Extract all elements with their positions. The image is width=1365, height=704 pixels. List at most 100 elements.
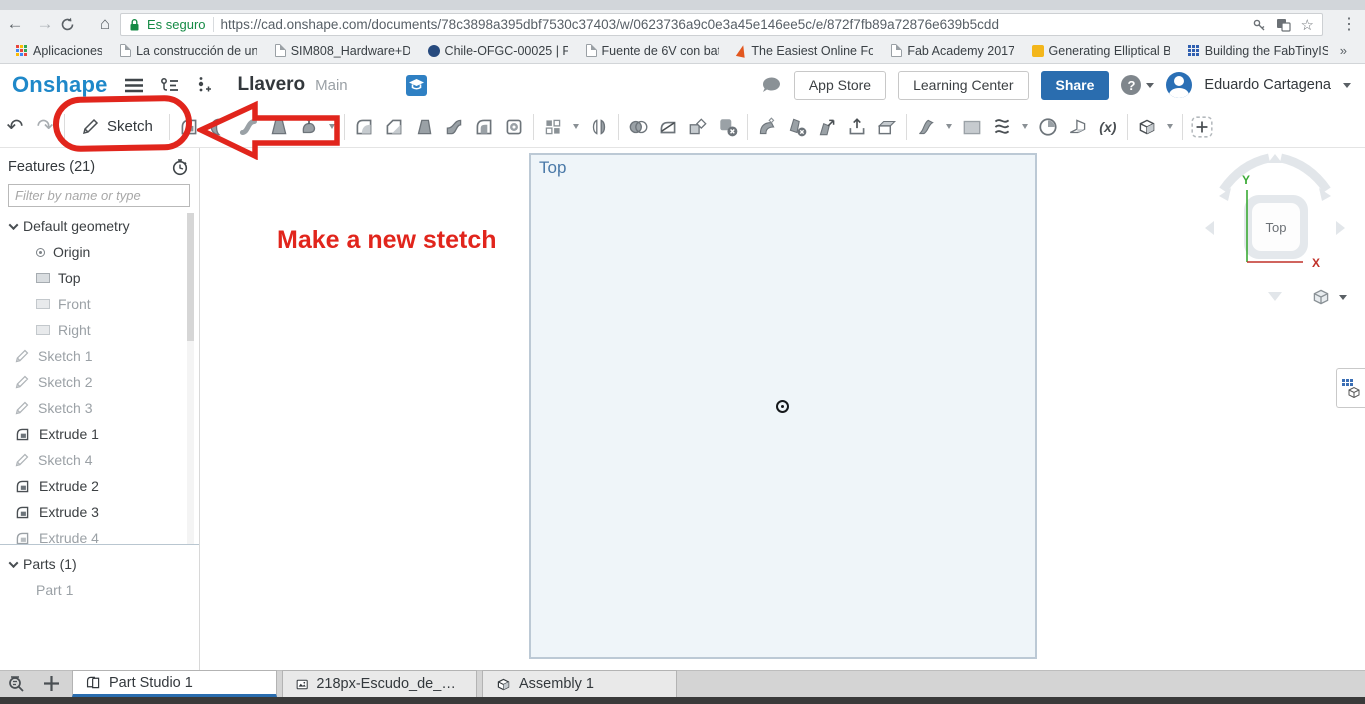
security-label[interactable]: Es seguro (147, 17, 206, 32)
delete-part-tool[interactable] (713, 110, 743, 144)
tree-item-sketch-3[interactable]: Sketch 3 (0, 395, 199, 421)
tree-item-origin[interactable]: Origin (0, 239, 199, 265)
move-face-tool[interactable] (812, 110, 842, 144)
bookmark-item[interactable]: Fuente de 6V con bat (580, 42, 726, 60)
delete-face-tool[interactable] (782, 110, 812, 144)
assign-part-tool[interactable] (1132, 110, 1162, 144)
learning-center-button[interactable]: Learning Center (898, 70, 1029, 100)
variable-tool[interactable]: (x) (1093, 110, 1123, 144)
extrude-tool[interactable] (174, 110, 204, 144)
export-tool[interactable] (872, 110, 902, 144)
tree-item-right-plane[interactable]: Right (0, 317, 199, 343)
tab-image-escudo[interactable]: 218px-Escudo_de_Barce... (282, 670, 477, 697)
main-menu-icon[interactable] (124, 78, 144, 93)
fillet-tool[interactable] (349, 110, 379, 144)
linear-pattern-tool[interactable] (538, 110, 568, 144)
translate-icon[interactable] (1276, 18, 1291, 32)
url-bar[interactable]: Es seguro https://cad.onshape.com/docume… (120, 13, 1323, 36)
pattern-dropdown-caret-icon[interactable] (568, 110, 584, 144)
rollback-timer-icon[interactable] (171, 158, 189, 176)
onshape-logo[interactable]: Onshape (12, 72, 108, 98)
tab-assembly-1[interactable]: Assembly 1 (482, 670, 677, 697)
help-caret-icon[interactable] (1146, 82, 1155, 88)
tree-group-default-geometry[interactable]: Default geometry (0, 213, 199, 239)
key-icon[interactable] (1252, 18, 1266, 32)
bookmark-item[interactable]: SIM808_Hardware+D (269, 42, 416, 60)
bookmark-item[interactable]: Generating Elliptical B (1026, 42, 1176, 60)
revolve-tool[interactable] (204, 110, 234, 144)
shell-tool[interactable] (469, 110, 499, 144)
learning-cap-icon[interactable] (405, 74, 427, 96)
tree-item-part-1[interactable]: Part 1 (0, 577, 199, 603)
boolean-tool[interactable] (623, 110, 653, 144)
home-icon[interactable]: ⌂ (90, 14, 120, 34)
draft-tool[interactable] (409, 110, 439, 144)
view-cube[interactable]: Top Y X (1195, 148, 1355, 308)
sheet-metal-tool[interactable] (1063, 110, 1093, 144)
url-text[interactable]: https://cad.onshape.com/documents/78c389… (221, 17, 1245, 32)
document-title[interactable]: Llavero (238, 74, 306, 96)
tree-item-extrude-4[interactable]: Extrude 4 (0, 525, 199, 544)
surface-tool[interactable] (911, 110, 941, 144)
tree-item-sketch-1[interactable]: Sketch 1 (0, 343, 199, 369)
bookmark-item[interactable]: Chile-OFGC-00025 | P (422, 42, 574, 60)
tab-part-studio-1[interactable]: Part Studio 1 (72, 670, 277, 697)
browser-menu-icon[interactable]: ⋮ (1341, 14, 1357, 34)
bookmark-apps[interactable]: Aplicaciones (10, 42, 108, 60)
viewcube-up-arrow-icon[interactable] (1268, 154, 1282, 163)
loft-tool[interactable] (264, 110, 294, 144)
manage-tabs-search-icon[interactable] (0, 670, 34, 697)
tree-item-top-plane[interactable]: Top (0, 265, 199, 291)
feature-tree-scrollbar[interactable] (187, 213, 194, 544)
viewport-origin-icon[interactable] (776, 400, 789, 413)
viewcube-right-arrow-icon[interactable] (1336, 221, 1345, 235)
user-name[interactable]: Eduardo Cartagena (1204, 77, 1331, 93)
help-icon[interactable]: ? (1121, 75, 1142, 95)
boss-dropdown-caret-icon[interactable] (324, 110, 340, 144)
tree-item-sketch-2[interactable]: Sketch 2 (0, 369, 199, 395)
custom-feature-tool[interactable] (1187, 110, 1217, 144)
panel-toggle-button[interactable] (1336, 368, 1365, 408)
viewcube-left-arrow-icon[interactable] (1205, 221, 1214, 235)
sweep-tool[interactable] (234, 110, 264, 144)
curve-dropdown-caret-icon[interactable] (1017, 110, 1033, 144)
forward-icon[interactable]: → (30, 14, 60, 34)
rotate-right-arc-icon[interactable] (1279, 153, 1331, 193)
bookmark-item[interactable]: Fab Academy 2017 (885, 42, 1019, 60)
plane-tool[interactable] (957, 110, 987, 144)
mirror-tool[interactable] (584, 110, 614, 144)
user-avatar[interactable] (1166, 72, 1193, 98)
bookmark-item[interactable]: La construcción de un (114, 42, 263, 60)
hole-tool[interactable] (499, 110, 529, 144)
tree-item-front-plane[interactable]: Front (0, 291, 199, 317)
feature-filter-input[interactable] (8, 184, 190, 207)
follow-mode-icon[interactable] (196, 76, 212, 94)
undo-button[interactable]: ↶ (0, 110, 30, 144)
chamfer-tool[interactable] (379, 110, 409, 144)
redo-button[interactable]: ↷ (30, 110, 60, 144)
rib-tool[interactable] (439, 110, 469, 144)
clock-tool[interactable] (1033, 110, 1063, 144)
tree-item-extrude-3[interactable]: Extrude 3 (0, 499, 199, 525)
bookmark-item[interactable]: The Easiest Online Fo (731, 42, 879, 60)
versions-icon[interactable] (160, 77, 180, 94)
modify-fillet-tool[interactable] (752, 110, 782, 144)
reload-icon[interactable] (60, 17, 90, 32)
thicken-tool[interactable] (294, 110, 324, 144)
view-options-button[interactable] (1310, 286, 1347, 308)
comment-bubble-icon[interactable] (761, 76, 782, 94)
viewcube-down-arrow-icon[interactable] (1268, 292, 1282, 301)
share-button[interactable]: Share (1040, 70, 1110, 100)
app-store-button[interactable]: App Store (793, 70, 887, 100)
helix-tool[interactable] (987, 110, 1017, 144)
tree-item-extrude-1[interactable]: Extrude 1 (0, 421, 199, 447)
tree-item-extrude-2[interactable]: Extrude 2 (0, 473, 199, 499)
user-menu-caret-icon[interactable] (1343, 82, 1351, 88)
tree-group-parts[interactable]: Parts (1) (0, 551, 199, 577)
transform-tool[interactable] (683, 110, 713, 144)
sketch-button[interactable]: Sketch (69, 110, 165, 144)
back-icon[interactable]: ← (0, 14, 30, 34)
split-tool[interactable] (653, 110, 683, 144)
import-tool[interactable] (842, 110, 872, 144)
bookmark-star-icon[interactable]: ☆ (1301, 16, 1314, 34)
